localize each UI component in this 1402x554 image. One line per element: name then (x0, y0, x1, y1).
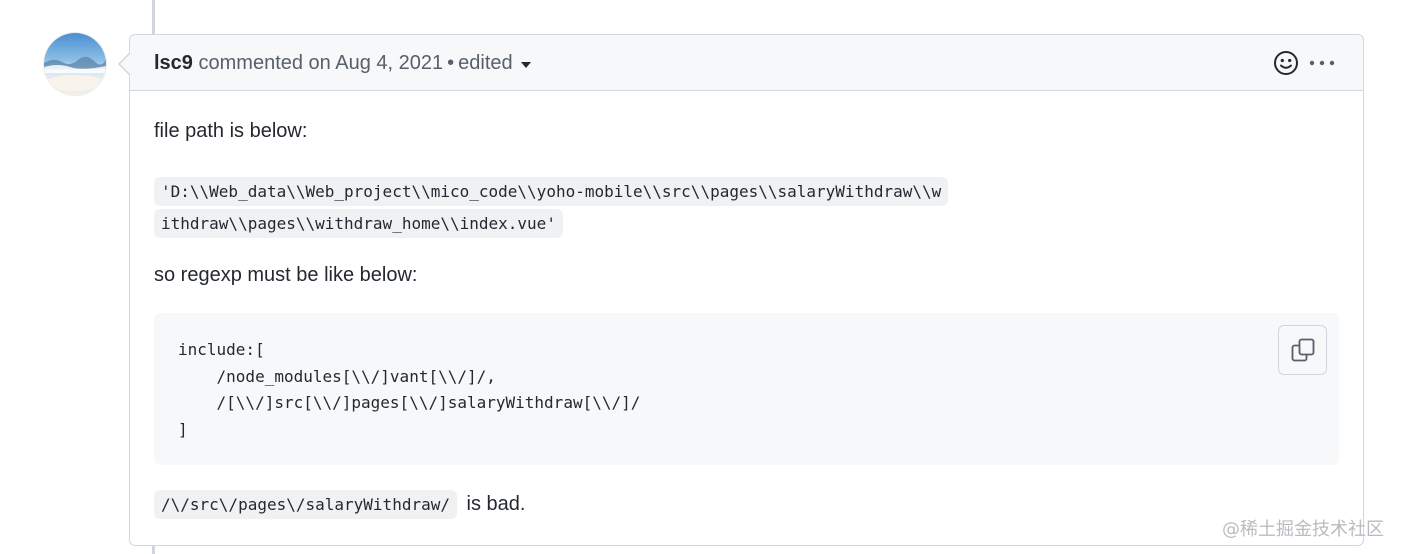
watermark: @稀土掘金技术社区 (1222, 519, 1384, 540)
separator: • (447, 52, 455, 74)
edited-dropdown[interactable]: edited (458, 52, 531, 74)
file-path-code: 'D:\\Web_data\\Web_project\\mico_code\\y… (154, 176, 949, 240)
add-reaction-button[interactable] (1273, 50, 1299, 76)
inline-code: 'D:\\Web_data\\Web_project\\mico_code\\y… (154, 177, 949, 238)
kebab-horizontal-icon (1309, 60, 1335, 66)
paragraph-regexp: so regexp must be like below: (154, 264, 418, 286)
author-link[interactable]: lsc9 (154, 52, 193, 74)
smiley-icon (1274, 51, 1298, 75)
chevron-down-icon (520, 61, 531, 68)
edited-label: edited (458, 52, 513, 74)
copy-icon (1291, 338, 1315, 362)
avatar[interactable] (44, 33, 106, 95)
code-content: include:[ /node_modules[\\/]vant[\\/]/, … (178, 340, 641, 439)
copy-button[interactable] (1278, 325, 1327, 375)
bad-regexp-line: /\/src\/pages\/salaryWithdraw/ is bad. (154, 490, 526, 519)
more-options-button[interactable] (1306, 50, 1340, 76)
paragraph-file-path: file path is below: (154, 120, 308, 142)
action-text: commented on (198, 52, 331, 74)
code-block: include:[ /node_modules[\\/]vant[\\/]/, … (154, 313, 1339, 465)
bad-suffix: is bad. (466, 493, 526, 515)
inline-code-bad: /\/src\/pages\/salaryWithdraw/ (154, 490, 457, 519)
comment-pointer-fill (120, 54, 130, 74)
comment-box: lsc9 commented on Aug 4, 2021 • edited fil… (129, 34, 1364, 546)
comment-date[interactable]: Aug 4, 2021 (335, 52, 443, 74)
comment-header: lsc9 commented on Aug 4, 2021 • edited (130, 35, 1363, 91)
comment-meta: lsc9 commented on Aug 4, 2021 • edited (154, 52, 531, 75)
